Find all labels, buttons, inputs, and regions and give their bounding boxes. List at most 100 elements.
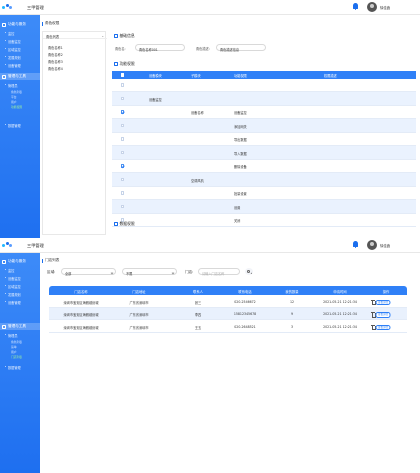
- sidebar-sub-item[interactable]: 角色列表: [11, 90, 22, 94]
- section-basic-info: 基础信息: [114, 33, 135, 39]
- row-checkbox[interactable]: [120, 164, 125, 168]
- table-row[interactable]: 深圳市宝安区海雅缤纷城 广东省深圳市 王五 020-2648521 3 2021-05-2…: [49, 320, 407, 333]
- tree-header[interactable]: 角色列表 ⌄: [43, 32, 107, 39]
- sidebar-item[interactable]: 设备监控: [5, 39, 21, 44]
- select-all-checkbox[interactable]: [120, 73, 125, 77]
- delete-icon[interactable]: [371, 299, 377, 306]
- avatar[interactable]: [367, 2, 377, 12]
- permission-cell: 添加网关: [234, 124, 247, 129]
- sidebar-item[interactable]: 发展规划: [5, 292, 21, 297]
- sidebar-item[interactable]: 设备监控: [5, 276, 21, 281]
- tree-node[interactable]: 角色名称2: [48, 52, 63, 57]
- delete-icon[interactable]: [371, 324, 377, 331]
- user-name[interactable]: 徐佳鑫: [380, 243, 390, 248]
- row-checkbox[interactable]: [120, 191, 125, 195]
- view-details-button[interactable]: 查看详情: [375, 299, 391, 305]
- col-header: 功能权限: [234, 74, 247, 79]
- sidebar-sub-item[interactable]: 菜单: [11, 345, 17, 349]
- row-checkbox[interactable]: [120, 137, 125, 141]
- permission-cell: 设置: [234, 205, 241, 210]
- table-cell: 9: [290, 312, 294, 316]
- sidebar-sub-item-active[interactable]: 门店列表: [11, 355, 22, 359]
- grid-icon: [2, 22, 6, 27]
- view-details-button[interactable]: 查看详情: [375, 324, 391, 330]
- bell-icon[interactable]: [352, 3, 359, 11]
- row-checkbox[interactable]: [120, 83, 125, 87]
- store-label: 门店:: [185, 270, 194, 274]
- sidebar-item[interactable]: 区域监控: [5, 47, 21, 52]
- row-checkbox[interactable]: [120, 123, 125, 128]
- sidebar-sub-item-active[interactable]: 功能权限: [11, 105, 22, 109]
- permission-cell: 删除设备: [234, 165, 247, 170]
- table-cell: 王五: [194, 325, 202, 330]
- role-desc-input[interactable]: 角色描述信息: [216, 44, 266, 52]
- table-cell: 020-2546672: [234, 299, 256, 304]
- sidebar-sub-item[interactable]: 平台: [11, 95, 17, 99]
- breadcrumb: 角色权限: [42, 21, 59, 26]
- bell-icon[interactable]: [352, 241, 359, 249]
- sidebar-item[interactable]: 发展规划: [5, 55, 21, 60]
- perm-row: 删除设备: [112, 160, 416, 173]
- sidebar-section-tools[interactable]: 管理与工具: [2, 324, 26, 329]
- sidebar-item[interactable]: 监控: [4, 268, 14, 273]
- sidebar-item[interactable]: 数据管理: [5, 123, 21, 128]
- row-checkbox[interactable]: [120, 110, 125, 114]
- row-checkbox[interactable]: [120, 150, 125, 155]
- user-name[interactable]: 徐佳鑫: [380, 5, 390, 10]
- table-cell: 李四: [194, 313, 202, 317]
- tree-node[interactable]: 角色名称4: [48, 66, 63, 71]
- perm-row: 设备监控: [112, 92, 416, 106]
- top-header-2: 三甲管理 徐佳鑫: [0, 238, 420, 253]
- type-select[interactable]: 不限: [122, 268, 177, 276]
- row-checkbox[interactable]: [120, 96, 125, 101]
- tree-node[interactable]: 角色名称3: [48, 59, 63, 64]
- perm-row: 设备名称 设备监控: [112, 106, 416, 119]
- col-header: 我的数量: [285, 290, 299, 294]
- region-label: 区域:: [47, 270, 56, 274]
- col-header: 设备模块: [149, 74, 162, 79]
- sidebar-sub-item[interactable]: 用户: [11, 350, 17, 354]
- breadcrumb-2: 门店列表: [42, 258, 59, 263]
- avatar[interactable]: [367, 240, 377, 250]
- delete-icon[interactable]: [371, 312, 377, 318]
- sidebar-sub-item[interactable]: 角色列表: [11, 340, 22, 344]
- permission-icon: [114, 62, 118, 66]
- sidebar-sub-item[interactable]: 用户: [11, 100, 17, 104]
- sidebar-item[interactable]: 数据管理: [5, 365, 21, 370]
- search-button[interactable]: [245, 268, 253, 275]
- col-header: 子模块: [191, 74, 201, 79]
- sidebar-section-tools[interactable]: 管理与工具: [2, 74, 26, 79]
- store-search-input[interactable]: 请输入门店名称: [198, 268, 240, 276]
- role-name-input[interactable]: 角色名称001: [135, 44, 185, 52]
- chevron-down-icon[interactable]: ⌄: [101, 34, 104, 38]
- data-icon: [114, 222, 118, 226]
- row-checkbox[interactable]: [120, 204, 125, 209]
- sidebar-item[interactable]: 区域监控: [5, 284, 21, 289]
- app-title: 三甲管理: [27, 242, 44, 248]
- col-header: 联系电话: [238, 290, 252, 294]
- sidebar-item[interactable]: 管理员: [5, 333, 18, 338]
- region-select[interactable]: 全部: [61, 268, 116, 276]
- sidebar-item[interactable]: 设备管理: [5, 300, 21, 305]
- sidebar-item[interactable]: 设备管理: [5, 63, 21, 68]
- sidebar-item[interactable]: 监控: [4, 31, 14, 36]
- table-row[interactable]: 深圳市宝安区海雅缤纷城 广东省深圳市 张三 020-2546672 12 2021-05-…: [49, 295, 407, 308]
- perm-row: 导出数据: [112, 133, 416, 146]
- sidebar: 功能与服务 监控 设备监控 区域监控 发展规划 设备管理 管理与工具 管理员 角…: [0, 15, 40, 243]
- logo-icon: [2, 4, 13, 11]
- sidebar-item[interactable]: 管理员: [5, 83, 18, 88]
- sidebar-2: 功能与服务 监控 设备监控 区域监控 发展规划 设备管理 管理与工具 管理员 角…: [0, 253, 40, 473]
- view-details-button[interactable]: 查看详情: [375, 312, 391, 318]
- col-header: 申请时间: [333, 290, 347, 294]
- table-cell: 深圳市宝安区海雅缤纷城: [63, 313, 99, 317]
- table-row[interactable]: 深圳市宝安区海雅缤纷城 广东省深圳市 李四 15812345678 9 2021-05-2…: [49, 307, 407, 320]
- perm-row: 设置: [112, 200, 416, 214]
- table-cell: 2021-05-21 12:21:34: [323, 312, 357, 316]
- table-cell: 深圳市宝安区海雅缤纷城: [63, 325, 99, 330]
- sidebar-section-functions[interactable]: 功能与服务: [2, 259, 26, 264]
- sidebar-section-functions[interactable]: 功能与服务: [2, 22, 26, 27]
- col-header: 门店地址: [132, 290, 146, 294]
- row-checkbox[interactable]: [120, 177, 125, 182]
- table-cell: 广东省深圳市: [129, 313, 149, 317]
- tree-node[interactable]: 角色名称1: [48, 45, 63, 50]
